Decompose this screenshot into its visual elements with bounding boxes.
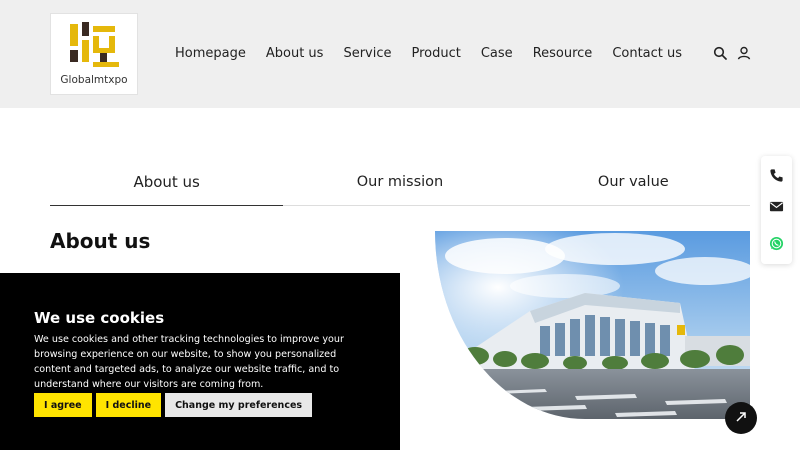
about-tabs: About us Our mission Our value (50, 168, 750, 206)
nav-case[interactable]: Case (481, 46, 513, 61)
nav-contact-us[interactable]: Contact us (612, 46, 682, 61)
contact-side-panel (761, 156, 792, 264)
cookie-actions: I agree I decline Change my preferences (34, 393, 366, 417)
logo-mark-icon (70, 22, 119, 67)
tab-our-value[interactable]: Our value (517, 168, 750, 205)
nav-resource[interactable]: Resource (533, 46, 593, 61)
building-photo (435, 231, 750, 419)
site-header: Globalmtxpo Homepage About us Service Pr… (0, 0, 800, 108)
cookie-banner: We use cookies We use cookies and other … (0, 273, 400, 450)
nav-about-us[interactable]: About us (266, 46, 324, 61)
cookie-title: We use cookies (34, 309, 165, 327)
agree-button[interactable]: I agree (34, 393, 92, 417)
tab-our-mission[interactable]: Our mission (283, 168, 516, 205)
change-preferences-button[interactable]: Change my preferences (165, 393, 313, 417)
brand-logo[interactable]: Globalmtxpo (50, 13, 138, 95)
scroll-to-top-button[interactable] (725, 402, 757, 434)
nav-product[interactable]: Product (412, 46, 461, 61)
tab-about-us[interactable]: About us (50, 168, 284, 206)
phone-icon[interactable] (769, 168, 784, 183)
nav-service[interactable]: Service (343, 46, 391, 61)
user-icon[interactable] (737, 46, 751, 60)
cookie-text: We use cookies and other tracking techno… (34, 334, 344, 390)
whatsapp-icon[interactable] (769, 236, 784, 251)
mail-icon[interactable] (769, 199, 784, 214)
arrow-up-right-icon (736, 412, 746, 422)
brand-name: Globalmtxpo (60, 74, 128, 86)
main-nav: Homepage About us Service Product Case R… (175, 46, 682, 61)
nav-homepage[interactable]: Homepage (175, 46, 246, 61)
search-icon[interactable] (713, 46, 727, 60)
decline-button[interactable]: I decline (95, 393, 162, 417)
section-title: About us (50, 229, 151, 253)
